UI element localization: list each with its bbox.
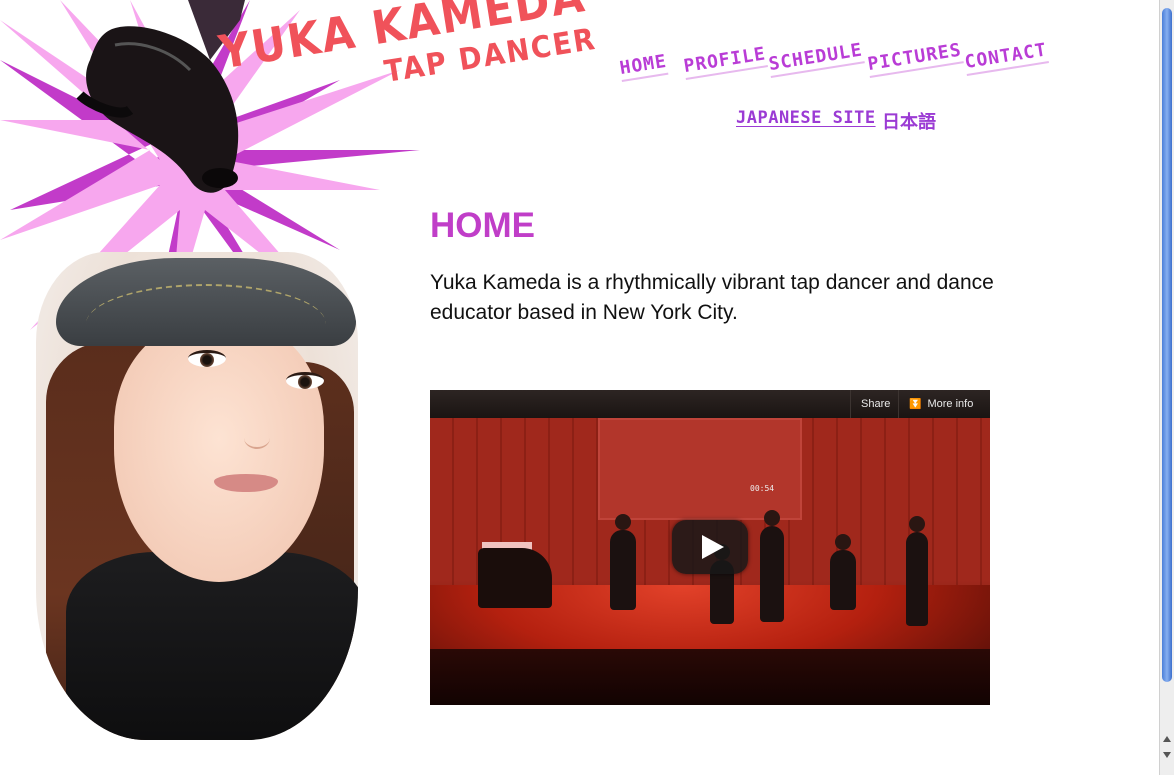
eye-shape — [286, 372, 324, 389]
scroll-up-icon[interactable] — [1163, 736, 1171, 742]
double-chevron-down-icon: ⏬ — [909, 399, 922, 410]
page-title: HOME — [430, 206, 535, 245]
scrollbar-thumb[interactable] — [1162, 8, 1172, 682]
nav-contact[interactable]: CONTACT — [963, 39, 1049, 76]
more-info-button[interactable]: ⏬ More info — [898, 390, 983, 418]
projection-screen — [598, 418, 802, 520]
nav-profile[interactable]: PROFILE — [682, 43, 768, 80]
nav-schedule[interactable]: SCHEDULE — [767, 39, 865, 78]
eye-shape — [188, 350, 226, 367]
piano-shape — [478, 548, 552, 608]
share-button[interactable]: Share — [850, 390, 900, 418]
japanese-site-link[interactable]: JAPANESE SITE — [736, 108, 876, 128]
japanese-language-link[interactable]: 日本語 — [882, 108, 936, 134]
video-topbar: Share ⏬ More info — [430, 390, 990, 418]
more-info-label: More info — [927, 398, 974, 410]
nav-home[interactable]: HOME — [618, 50, 669, 82]
performer-shape — [610, 514, 636, 610]
nose-shape — [244, 427, 270, 449]
vertical-scrollbar[interactable] — [1159, 0, 1174, 775]
scroll-down-icon[interactable] — [1163, 752, 1171, 758]
cap-shape — [56, 258, 356, 346]
performer-shape — [906, 516, 928, 626]
performer-shape — [760, 510, 784, 622]
video-player[interactable]: 00:54 Share ⏬ More info — [430, 390, 990, 705]
portrait-photo — [36, 252, 358, 740]
nav-pictures[interactable]: PICTURES — [866, 39, 964, 78]
performer-shape — [830, 534, 856, 610]
audience-silhouette — [430, 649, 990, 705]
intro-text: Yuka Kameda is a rhythmically vibrant ta… — [430, 271, 994, 324]
play-icon[interactable] — [672, 520, 748, 574]
video-timer: 00:54 — [750, 484, 775, 493]
